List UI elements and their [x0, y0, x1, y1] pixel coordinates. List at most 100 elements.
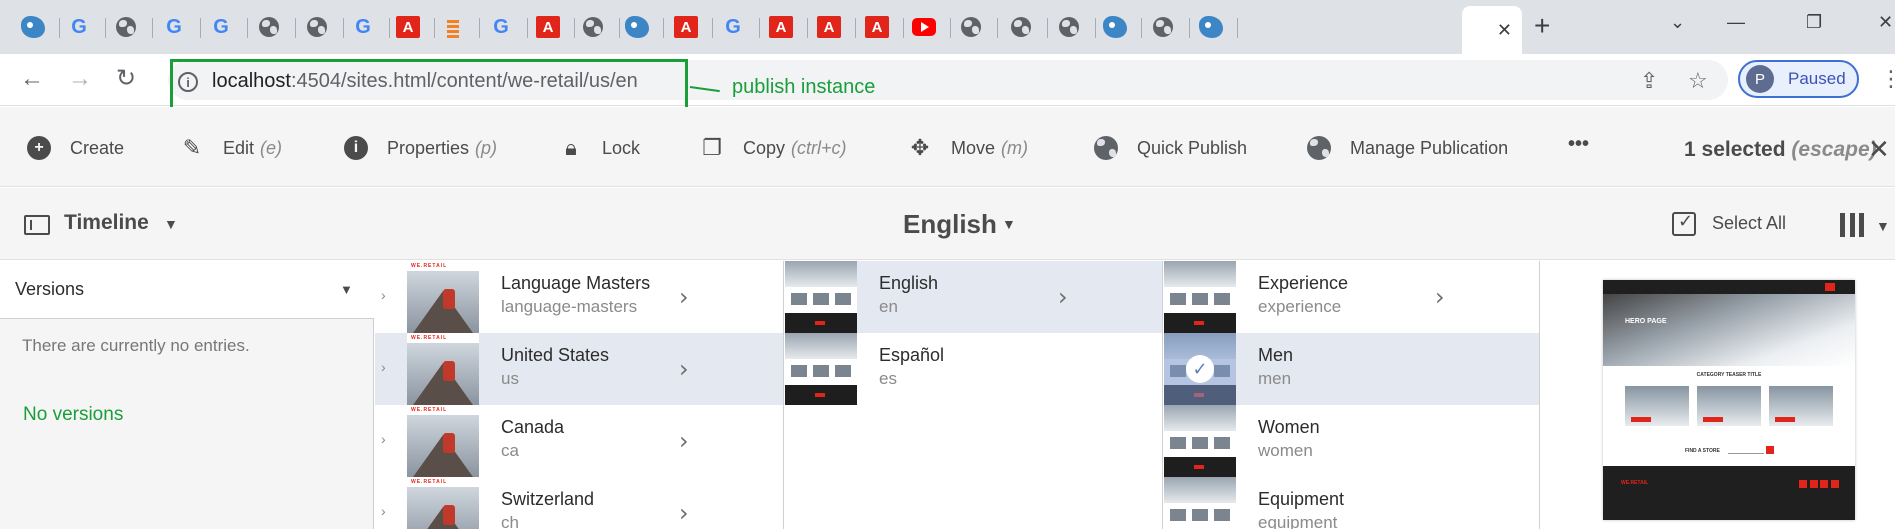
back-arrow-icon[interactable]: ← [20, 66, 44, 92]
item-name: es [879, 369, 897, 388]
preview-card [1697, 386, 1761, 426]
profile-button[interactable]: P Paused [1738, 60, 1859, 98]
active-tab[interactable]: ✕ [1462, 6, 1522, 54]
browser-tab[interactable] [1184, 8, 1238, 46]
item-title: Language Masters [501, 273, 651, 293]
more-actions-button[interactable]: ••• [1568, 133, 1589, 156]
edit-button[interactable]: ✎ Edit (e) [179, 135, 282, 161]
bookmark-star-icon[interactable]: ☆ [1688, 68, 1708, 94]
browser-tab[interactable]: A [659, 8, 713, 46]
browser-tab[interactable]: A [802, 8, 856, 46]
chevron-right-icon[interactable]: › [1435, 283, 1445, 311]
chevron-down-icon[interactable]: ▼ [164, 216, 178, 232]
browser-tab[interactable]: G [474, 8, 528, 46]
item-name: us [501, 369, 519, 388]
google-icon: G [71, 15, 87, 38]
select-all-icon[interactable] [1672, 211, 1696, 236]
minimize-icon[interactable]: — [1727, 12, 1745, 33]
browser-tab[interactable] [242, 8, 296, 46]
restore-icon[interactable]: ❐ [1806, 12, 1822, 33]
browser-tab[interactable] [897, 8, 951, 46]
close-window-icon[interactable]: ✕ [1878, 12, 1893, 33]
create-button[interactable]: + Create [26, 135, 124, 161]
preview-hero [1603, 294, 1855, 366]
page-thumbnail [785, 333, 857, 405]
close-tab-icon[interactable]: ✕ [1497, 20, 1512, 41]
browser-tab[interactable]: G [194, 8, 248, 46]
column-item[interactable]: Women women [1164, 405, 1539, 477]
item-title: Experience [1258, 273, 1349, 293]
item-name: ca [501, 441, 519, 460]
column-item[interactable]: Experience experience › [1164, 261, 1539, 333]
checkmark-icon[interactable]: ✓ [1164, 333, 1236, 405]
column-view-icon[interactable] [1840, 213, 1864, 237]
page-thumbnail [785, 261, 857, 333]
no-versions-text: No versions [23, 404, 124, 425]
move-icon: ✥ [910, 135, 930, 160]
preview-category-title: CATEGORY TEASER TITLE [1696, 372, 1762, 378]
browser-tab[interactable] [426, 8, 480, 46]
google-icon: G [725, 15, 741, 38]
item-name: language-masters [501, 297, 638, 316]
column-item[interactable]: ✓ Men men [1164, 333, 1539, 405]
properties-button[interactable]: i Properties (p) [343, 135, 497, 161]
item-name: men [1258, 369, 1292, 388]
browser-tab[interactable]: A [754, 8, 808, 46]
rail-toggle-icon[interactable] [24, 215, 50, 235]
browser-tab[interactable]: G [706, 8, 760, 46]
column-item[interactable]: › WE.RETAIL Canada ca › [375, 405, 783, 477]
lock-button[interactable]: 🔒︎ Lock [558, 135, 640, 161]
quick-publish-button[interactable]: Quick Publish [1093, 135, 1247, 161]
globe-icon [307, 17, 327, 37]
forward-arrow-icon[interactable]: → [68, 66, 92, 92]
adobe-icon: A [817, 16, 841, 38]
browser-tab[interactable] [1136, 8, 1190, 46]
rail-selector[interactable]: Timeline [64, 211, 149, 235]
copy-button[interactable]: ❐ Copy (ctrl+c) [699, 135, 846, 161]
chevron-down-icon[interactable]: ▼ [1876, 218, 1890, 234]
chevron-right-icon[interactable]: › [679, 283, 689, 311]
browser-tab[interactable] [99, 8, 153, 46]
browser-tab[interactable] [994, 8, 1048, 46]
chevron-down-icon[interactable]: ▼ [1002, 216, 1016, 232]
browser-tab[interactable]: G [147, 8, 201, 46]
browser-tab[interactable] [944, 8, 998, 46]
column-0: › WE.RETAIL Language Masters language-maste… [375, 261, 784, 529]
column-item[interactable]: › WE.RETAIL United States us › [375, 333, 783, 405]
column-item[interactable]: › WE.RETAIL Language Masters language-maste… [375, 261, 783, 333]
tab-search-icon[interactable]: ⌄ [1670, 12, 1685, 33]
adobe-icon: A [536, 16, 560, 38]
chevron-right-icon[interactable]: › [679, 427, 689, 455]
browser-tab[interactable]: A [850, 8, 904, 46]
browser-tab[interactable]: G [52, 8, 106, 46]
browser-tab[interactable] [610, 8, 664, 46]
annotation-label: publish instance [732, 76, 876, 98]
chevron-right-icon[interactable]: › [679, 355, 689, 383]
move-button[interactable]: ✥ Move (m) [907, 135, 1028, 161]
share-icon[interactable]: ⇪ [1640, 68, 1658, 94]
reload-icon[interactable]: ↻ [116, 66, 136, 92]
globe-icon [583, 17, 603, 37]
preview-find-input [1728, 448, 1764, 454]
breadcrumb[interactable]: English [903, 209, 997, 240]
app-bird-icon [1103, 16, 1127, 38]
manage-publication-button[interactable]: Manage Publication [1306, 135, 1508, 161]
column-item[interactable]: English en › [785, 261, 1162, 333]
new-tab-button[interactable]: + [1534, 12, 1550, 40]
chevron-right-icon[interactable]: › [679, 499, 689, 527]
browser-menu-icon[interactable]: ⋮ [1880, 66, 1895, 92]
google-icon: G [355, 15, 371, 38]
column-item[interactable]: Español es [785, 333, 1162, 405]
page-thumbnail [1164, 477, 1236, 529]
item-title: Español [879, 345, 945, 365]
chevron-right-icon[interactable]: › [1058, 283, 1068, 311]
column-item[interactable]: › WE.RETAIL Switzerland ch › [375, 477, 783, 529]
preview-card [1625, 386, 1689, 426]
globe-icon [961, 17, 981, 37]
select-all-button[interactable]: Select All [1712, 213, 1786, 234]
page-thumbnail: WE.RETAIL [407, 405, 479, 477]
browser-tab[interactable] [1088, 8, 1142, 46]
chevron-down-icon[interactable]: ▼ [340, 282, 353, 297]
column-item[interactable]: Equipment equipment [1164, 477, 1539, 529]
close-selection-icon[interactable]: ✕ [1868, 134, 1890, 165]
